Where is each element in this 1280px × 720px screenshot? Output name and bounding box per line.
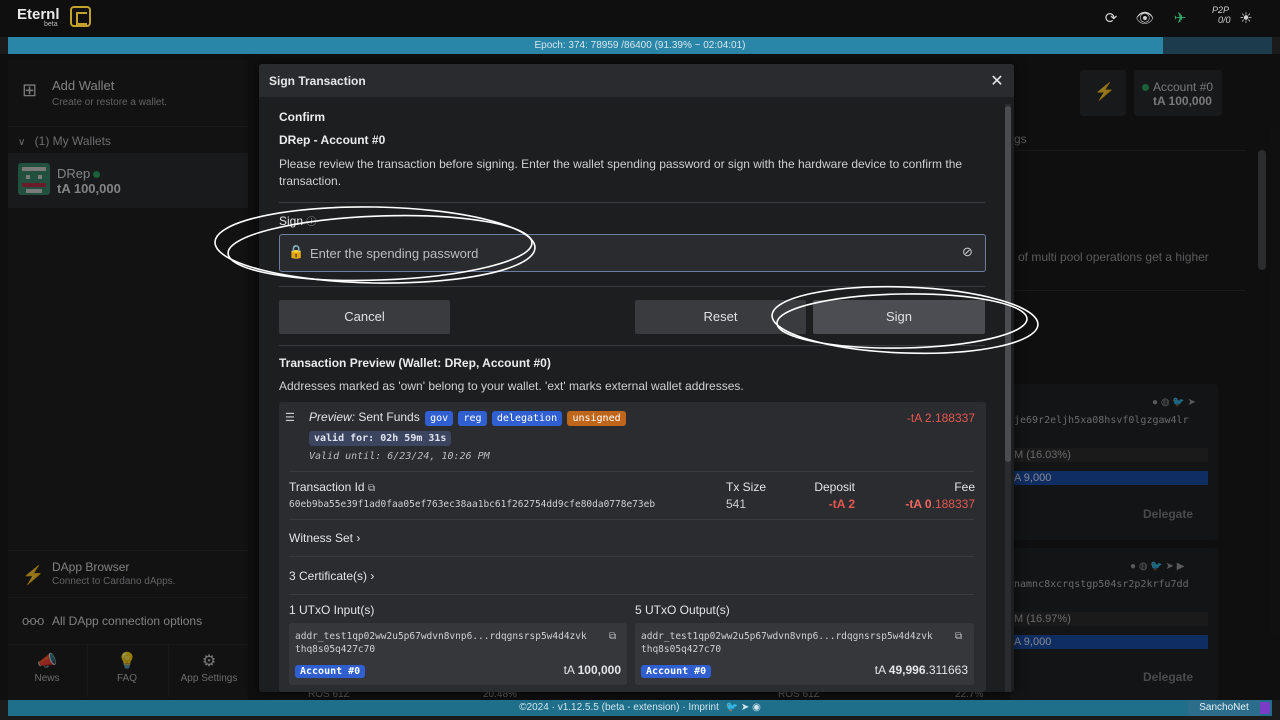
telegram-icon[interactable]: ➤ xyxy=(741,702,749,713)
footer-text[interactable]: ©2024 · v1.12.5.5 (beta - extension) · I… xyxy=(519,702,719,713)
footer: ©2024 · v1.12.5.5 (beta - extension) · I… xyxy=(8,700,1272,716)
twitter-icon[interactable]: 🐦 xyxy=(726,702,738,713)
highlight-annotations xyxy=(214,206,1039,355)
highlight-oval xyxy=(776,293,1028,349)
network-color-chip xyxy=(1260,702,1270,714)
discord-icon[interactable]: ◉ xyxy=(752,702,761,713)
network-badge: SanchoNet xyxy=(1188,700,1260,716)
